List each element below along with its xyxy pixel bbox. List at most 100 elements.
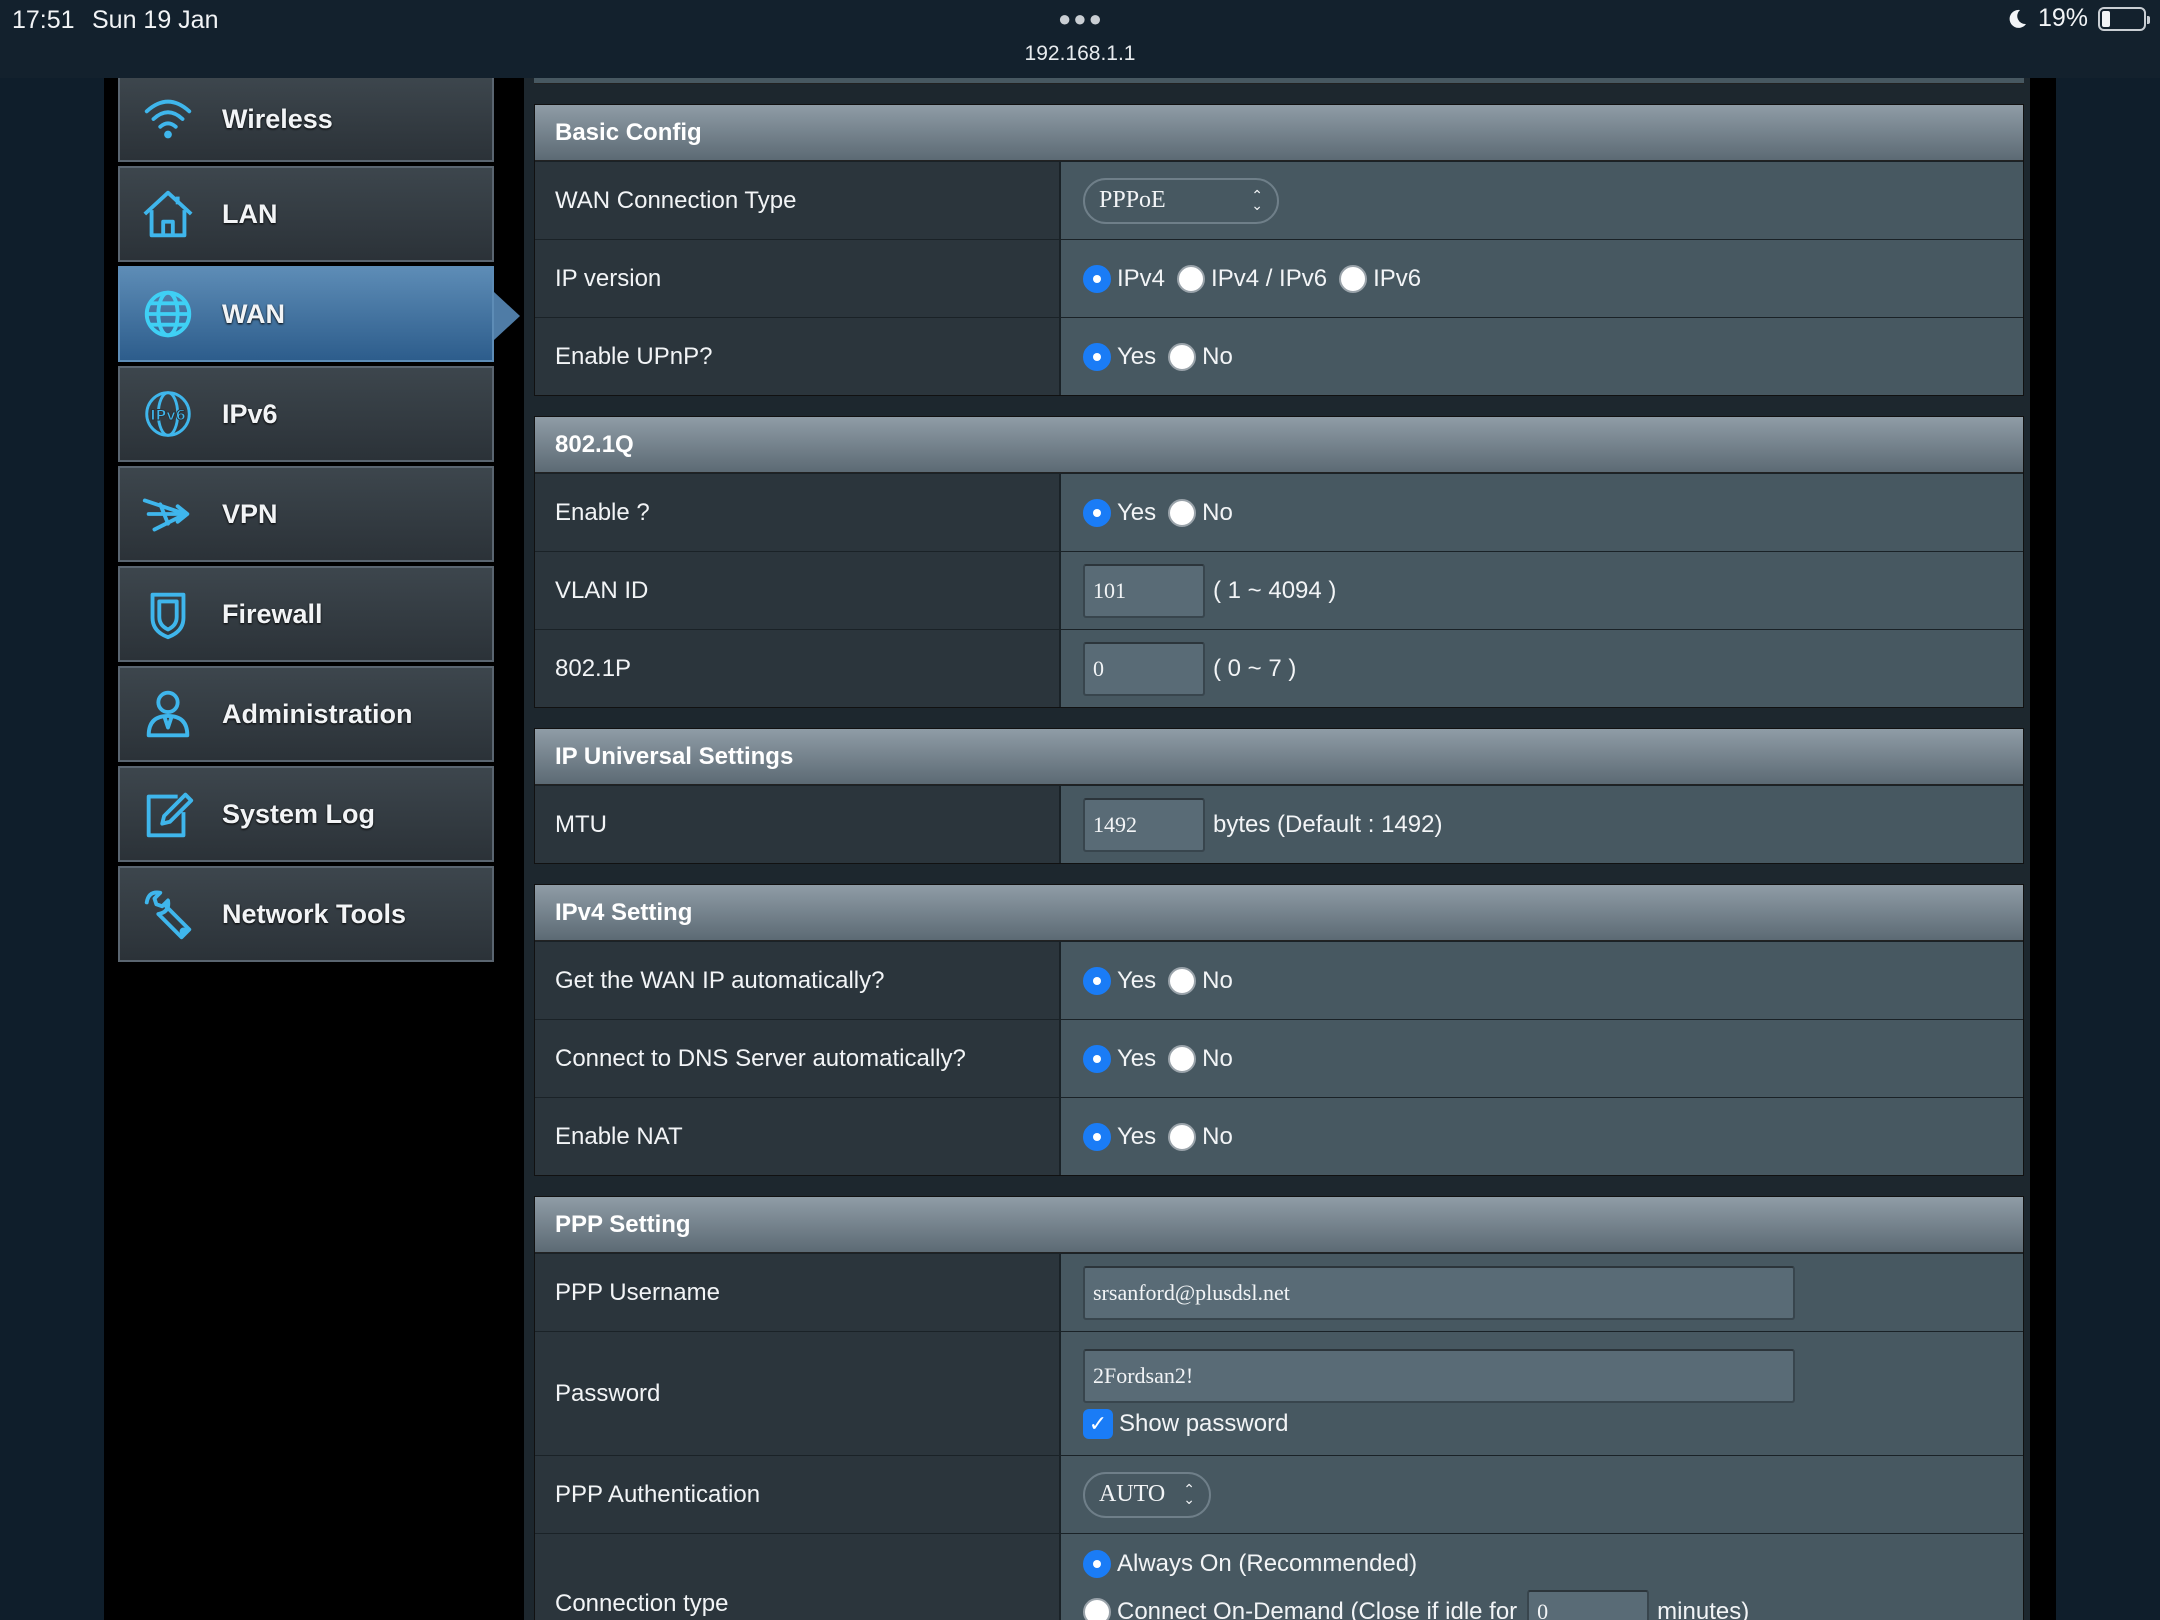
sidebar-item-label: LAN [222,198,278,229]
ip-version-dual-option[interactable]: IPv4 / IPv6 [1177,264,1327,293]
radio[interactable] [1168,1122,1197,1151]
upnp-no-option[interactable]: No [1168,342,1233,371]
chevron-updown-icon: ⌃ ⌄ [1183,1481,1195,1508]
dns-yes-option[interactable]: Yes [1083,1044,1157,1073]
wan-type-value: PPPoE [1099,187,1166,213]
dot1q-no-option[interactable]: No [1168,498,1233,527]
sidebar-item-label: VPN [222,498,278,529]
mtu-hint: bytes (Default : 1492) [1213,810,1443,838]
option-label: Always On (Recommended) [1117,1550,1418,1577]
sidebar-item-firewall[interactable]: Firewall [118,566,494,662]
option-label: Yes [1117,342,1157,370]
radio[interactable] [1168,966,1197,995]
battery-level [2102,10,2110,27]
multitasking-dots-icon[interactable]: ●●● [1058,6,1104,32]
radio[interactable] [1339,264,1368,293]
mtu-label: MTU [535,786,1061,863]
vlan-id-row: VLAN ID 101 ( 1 ~ 4094 ) [535,551,2023,629]
mtu-row: MTU 1492 bytes (Default : 1492) [535,785,2023,863]
ip-version-label: IP version [535,240,1061,317]
option-label: Yes [1117,498,1157,526]
on-demand-option[interactable]: Connect On-Demand (Close if idle for 0 m… [1083,1590,1749,1620]
vlan-id-input[interactable]: 101 [1083,563,1205,618]
status-time: 17:51 [12,6,75,34]
radio[interactable] [1168,1044,1197,1073]
ppp-username-row: PPP Username srsanford@plusdsl.net [535,1253,2023,1331]
dns-no-option[interactable]: No [1168,1044,1233,1073]
wan-type-select[interactable]: PPPoE ⌃ ⌄ [1083,177,1279,224]
ppp-auth-value: AUTO [1099,1481,1166,1507]
wifi-icon [136,87,200,151]
idle-minutes-unit: minutes) [1657,1598,1750,1620]
ppp-password-input[interactable]: 2Fordsan2! [1083,1348,1795,1403]
sidebar-item-lan[interactable]: LAN [118,166,494,262]
ip-version-ipv6-option[interactable]: IPv6 [1339,264,1422,293]
radio[interactable] [1168,342,1197,371]
show-password-option[interactable]: ✓ Show password [1083,1408,1289,1439]
radio[interactable] [1177,264,1206,293]
sidebar-item-label: Firewall [222,598,323,629]
ip-version-ipv4-option[interactable]: IPv4 [1083,264,1165,293]
sidebar-item-vpn[interactable]: VPN [118,466,494,562]
sidebar-item-label: IPv6 [222,398,278,429]
always-on-option[interactable]: Always On (Recommended) [1083,1550,1417,1578]
dot1p-hint: ( 0 ~ 7 ) [1213,654,1297,682]
ppp-username-input[interactable]: srsanford@plusdsl.net [1083,1265,1795,1320]
ppp-auth-label: PPP Authentication [535,1456,1061,1533]
sidebar-item-label: System Log [222,798,376,829]
sidebar-item-network-tools[interactable]: Network Tools [118,866,494,962]
radio-selected[interactable] [1083,1550,1111,1578]
option-label: No [1202,1044,1233,1072]
chevron-updown-icon: ⌃ ⌄ [1251,187,1263,214]
option-label: No [1202,966,1233,994]
radio-selected[interactable] [1083,498,1111,527]
address-url[interactable]: 192.168.1.1 [0,42,2160,66]
connection-type-label: Connection type [535,1534,1061,1620]
ppp-auth-select[interactable]: AUTO ⌃ ⌄ [1083,1471,1211,1518]
nat-no-option[interactable]: No [1168,1122,1233,1151]
sidebar-item-ipv6[interactable]: IPv6 IPv6 [118,366,494,462]
radio-selected[interactable] [1083,966,1111,995]
idle-minutes-input[interactable]: 0 [1527,1590,1650,1620]
dot1q-section: 802.1Q Enable ? Yes No VLAN ID 101 ( 1 ~… [534,416,2024,708]
nat-yes-option[interactable]: Yes [1083,1122,1156,1151]
show-password-label: Show password [1119,1409,1289,1437]
radio-selected[interactable] [1083,342,1111,371]
ppp-username-label: PPP Username [535,1254,1061,1331]
section-title: Basic Config [535,105,2023,161]
vpn-icon [136,482,200,546]
ppp-auth-row: PPP Authentication AUTO ⌃ ⌄ [535,1455,2023,1533]
radio[interactable] [1083,1598,1111,1620]
upnp-label: Enable UPnP? [535,318,1061,395]
mtu-input[interactable]: 1492 [1083,797,1205,852]
sidebar-item-wan[interactable]: WAN [118,266,520,362]
wan-ip-yes-option[interactable]: Yes [1083,966,1156,995]
dot1p-input[interactable]: 0 [1083,641,1205,696]
wan-type-label: WAN Connection Type [535,162,1061,239]
battery-icon [2098,6,2150,31]
sidebar-item-label: WAN [222,298,285,329]
radio-selected[interactable] [1083,1044,1111,1073]
dot1q-yes-option[interactable]: Yes [1083,498,1157,527]
radio[interactable] [1168,498,1197,527]
radio-selected[interactable] [1083,264,1111,293]
sidebar: Wireless LAN WAN IPv6 IPv6 VPN Firewall [118,78,520,966]
wan-ip-no-option[interactable]: No [1168,966,1233,995]
connection-type-row: Connection type Always On (Recommended) … [535,1533,2023,1620]
sidebar-item-wireless[interactable]: Wireless [118,78,494,162]
nat-row: Enable NAT Yes No [535,1097,2023,1175]
option-label: No [1202,498,1233,526]
upnp-yes-option[interactable]: Yes [1083,342,1157,371]
show-password-checkbox[interactable]: ✓ [1083,1408,1113,1439]
wan-ip-auto-label: Get the WAN IP automatically? [535,942,1061,1019]
sidebar-item-system-log[interactable]: System Log [118,766,494,862]
wan-ip-auto-row: Get the WAN IP automatically? Yes No [535,941,2023,1019]
ipv4-section: IPv4 Setting Get the WAN IP automaticall… [534,884,2024,1176]
dot1p-label: 802.1P [535,630,1061,707]
shield-icon [136,582,200,646]
sidebar-item-administration[interactable]: Administration [118,666,494,762]
dot1q-enable-row: Enable ? Yes No [535,473,2023,551]
option-label: Yes [1117,1044,1157,1072]
radio-selected[interactable] [1083,1122,1111,1151]
option-label: IPv6 [1373,264,1422,292]
